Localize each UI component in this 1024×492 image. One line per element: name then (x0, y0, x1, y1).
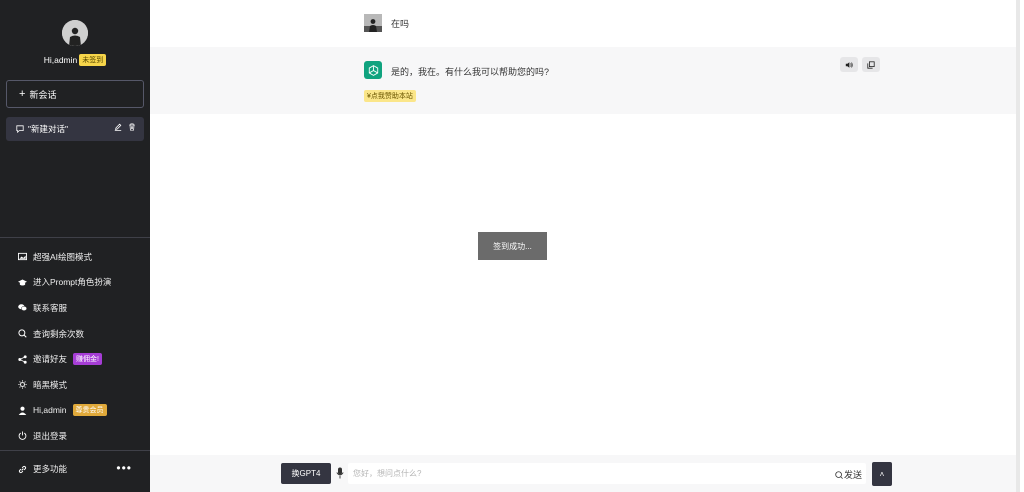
more-options-icon[interactable]: ••• (116, 461, 132, 475)
avatar[interactable] (62, 20, 88, 46)
more-features-button[interactable]: 更多功能 ••• (0, 457, 150, 481)
sidebar: Hi,admin 未签到 + 新会话 "新建对话" 超强AI绘图模式 进入Prom… (0, 0, 150, 492)
copy-button[interactable] (862, 57, 880, 72)
more-features-label: 更多功能 (33, 464, 68, 474)
menu-item-prompt-roleplay[interactable]: 进入Prompt角色扮演 (0, 270, 150, 296)
send-button[interactable]: 发送 (835, 468, 862, 481)
vip-member-badge: 尊贵会员 (72, 404, 107, 417)
power-icon (18, 431, 27, 441)
search-icon (18, 329, 27, 338)
menu-label: 进入Prompt角色扮演 (33, 277, 112, 288)
menu-label: 邀请好友 (33, 354, 68, 365)
message-input[interactable] (348, 463, 808, 484)
sidebar-menu: 超强AI绘图模式 进入Prompt角色扮演 联系客服 查询剩余次数 邀请好友 赚… (0, 244, 150, 449)
user-message: 在吗 (150, 0, 1020, 47)
user-icon (18, 406, 27, 415)
menu-item-logout[interactable]: 退出登录 (0, 423, 150, 449)
scroll-top-button[interactable]: ˄ (872, 462, 892, 486)
chat-bubble-icon (16, 125, 24, 133)
menu-item-query-remaining[interactable]: 查询剩余次数 (0, 321, 150, 347)
switch-gpt4-button[interactable]: 换GPT4 (281, 463, 331, 484)
menu-label: 退出登录 (33, 430, 68, 441)
earn-commission-badge: 赚佣金! (73, 353, 102, 366)
menu-item-profile[interactable]: Hi,admin 尊贵会员 (0, 398, 150, 424)
link-icon (18, 465, 27, 474)
graduation-cap-icon (18, 278, 27, 287)
input-bar: 换GPT4 发送 ˄ (150, 455, 1020, 492)
menu-label: 暗黑模式 (33, 379, 68, 390)
menu-item-ai-drawing[interactable]: 超强AI绘图模式 (0, 244, 150, 270)
chevron-up-icon: ˄ (879, 469, 885, 479)
menu-label: 联系客服 (33, 302, 68, 313)
microphone-icon[interactable] (336, 467, 344, 479)
divider (0, 237, 150, 238)
image-icon (18, 252, 27, 261)
new-chat-button[interactable]: + 新会话 (6, 80, 144, 108)
menu-label: 查询剩余次数 (33, 328, 85, 339)
sponsor-link[interactable]: ¥点我赞助本站 (364, 90, 416, 102)
menu-item-contact-support[interactable]: 联系客服 (0, 295, 150, 321)
user-avatar (364, 14, 382, 32)
delete-icon[interactable] (128, 123, 136, 131)
edit-icon[interactable] (114, 123, 122, 131)
sun-icon (18, 380, 27, 389)
bot-message-text: 是的，我在。有什么我可以帮助您的吗? (391, 67, 550, 77)
toast-message: 签到成功... (478, 232, 547, 260)
chat-main: 在吗 是的，我在。有什么我可以帮助您的吗? ¥点我赞助本站 签到成功... 换G… (150, 0, 1020, 492)
copy-icon (867, 60, 875, 69)
speak-button[interactable] (840, 57, 858, 72)
share-icon (18, 355, 27, 364)
scrollbar[interactable] (1016, 0, 1020, 492)
plus-icon: + (19, 87, 26, 100)
username: Hi,admin (43, 55, 78, 65)
new-chat-label: 新会话 (29, 89, 57, 100)
message-input-wrapper: 发送 (348, 463, 866, 484)
bot-message: 是的，我在。有什么我可以帮助您的吗? ¥点我赞助本站 (150, 47, 1020, 114)
divider (0, 450, 150, 451)
menu-item-invite-friends[interactable]: 邀请好友 赚佣金! (0, 346, 150, 372)
menu-label: 超强AI绘图模式 (33, 251, 93, 262)
user-greeting: Hi,admin 未签到 (0, 54, 150, 66)
send-label: 发送 (843, 470, 862, 480)
menu-item-dark-mode[interactable]: 暗黑模式 (0, 372, 150, 398)
signin-badge[interactable]: 未签到 (79, 54, 107, 66)
wechat-icon (18, 303, 27, 312)
openai-logo-icon (364, 61, 382, 79)
speaker-icon (845, 61, 853, 68)
menu-label: Hi,admin (33, 405, 67, 416)
conversation-item[interactable]: "新建对话" (6, 117, 144, 141)
user-message-text: 在吗 (391, 19, 410, 29)
send-icon (835, 470, 843, 479)
conversation-title: "新建对话" (28, 124, 69, 134)
